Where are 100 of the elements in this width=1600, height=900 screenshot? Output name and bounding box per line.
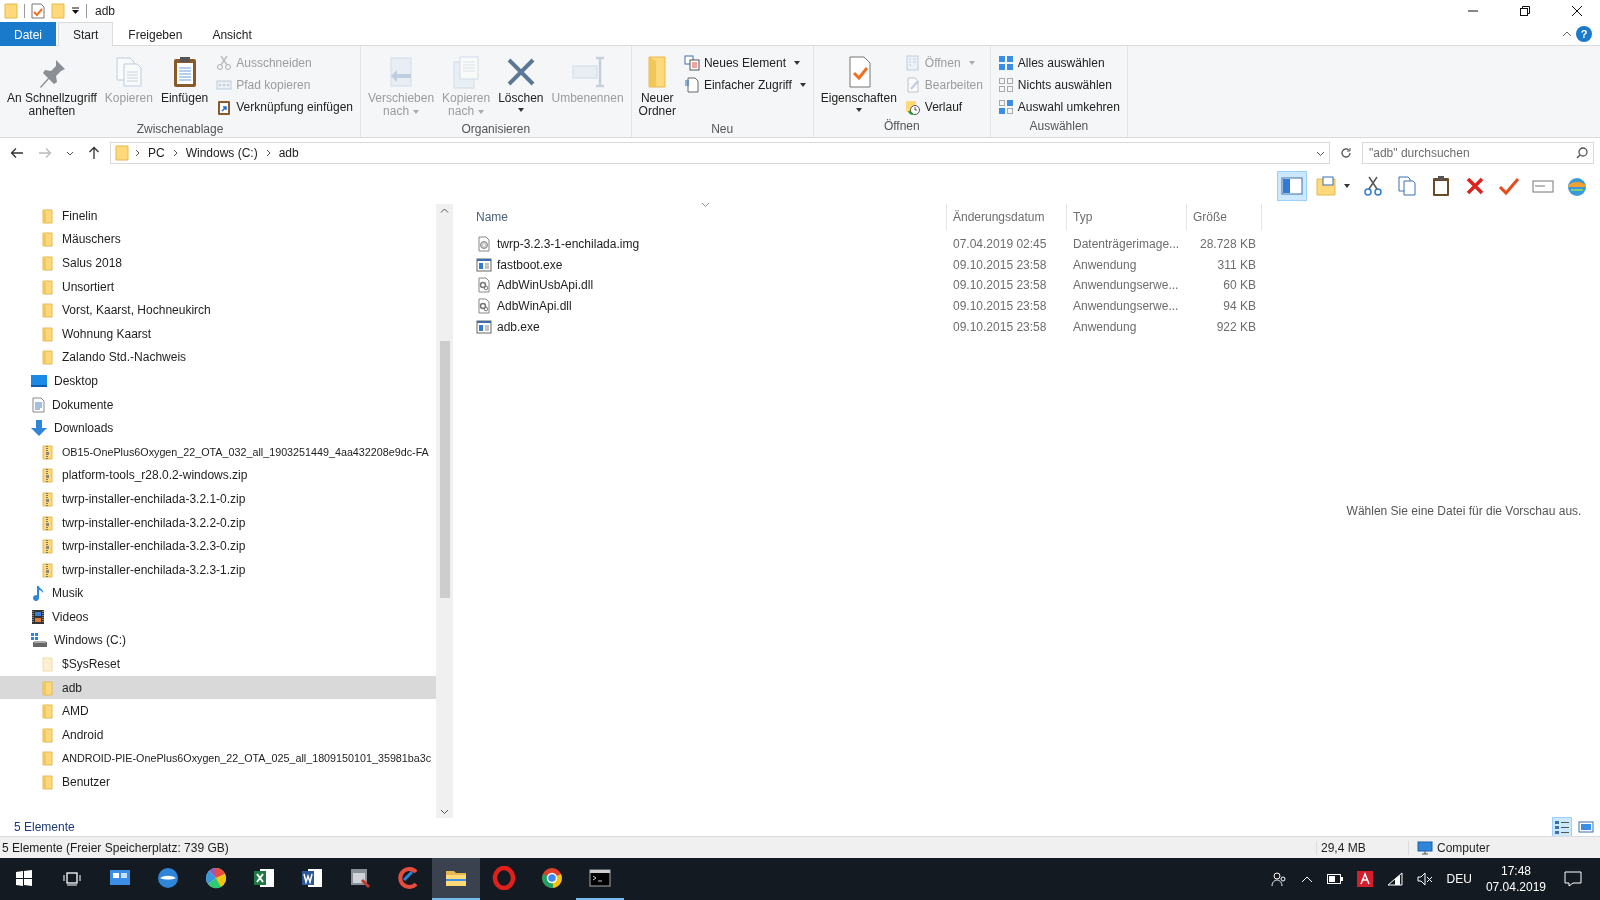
ribbon-button[interactable]: Löschen bbox=[495, 50, 547, 120]
tree-item[interactable]: $SysReset bbox=[0, 652, 436, 676]
tree-item[interactable]: Salus 2018 bbox=[0, 251, 436, 275]
tree-item[interactable]: Wohnung Kaarst bbox=[0, 321, 436, 346]
clock-date[interactable]: 07.04.2019 bbox=[1485, 879, 1546, 895]
bird-icon bbox=[156, 866, 180, 890]
caret-icon bbox=[799, 82, 806, 87]
file-name[interactable]: fastboot.exe bbox=[497, 257, 563, 272]
folder-icon bbox=[40, 302, 56, 319]
tree-item[interactable]: Downloads bbox=[0, 416, 436, 440]
open-icon bbox=[904, 54, 921, 71]
ring-icon bbox=[492, 866, 516, 890]
help-button[interactable]: ? bbox=[1576, 25, 1592, 42]
zip-folder-icon bbox=[40, 514, 56, 531]
language-indicator[interactable]: DEU bbox=[1446, 872, 1472, 886]
refresh-icon bbox=[1340, 147, 1352, 159]
tree-item[interactable]: Vorst, Kaarst, Hochneukirch bbox=[0, 298, 436, 322]
column-header[interactable]: Größe bbox=[1187, 204, 1262, 230]
ribbon-button[interactable]: Auswahl umkehren bbox=[994, 96, 1123, 117]
tree-item[interactable]: OB15-OnePlus6Oxygen_22_OTA_032_all_1903251449_4aa432208e9dc-FA bbox=[0, 439, 436, 464]
chevron-down-icon bbox=[1316, 150, 1325, 156]
tree-item[interactable]: Benutzer bbox=[0, 770, 436, 794]
address-field[interactable]: PC Windows (C:) adb bbox=[110, 142, 1330, 164]
group-label: Neu bbox=[710, 121, 735, 138]
window-title: adb bbox=[95, 4, 116, 18]
file-row[interactable]: twrp-3.2.3-1-enchilada.img 07.04.2019 02:45 Datenträgerimage... 28.728 KB bbox=[463, 234, 1328, 255]
ribbon-button[interactable]: An Schnellzugriff anheften bbox=[4, 50, 100, 120]
scrollbar-thumb[interactable] bbox=[439, 341, 450, 598]
tree-item[interactable]: adb bbox=[0, 675, 436, 700]
file-row[interactable]: adb.exe 09.10.2015 23:58 Anwendung 922 KB bbox=[463, 316, 1328, 337]
scrollbar[interactable] bbox=[436, 204, 453, 818]
view-button[interactable] bbox=[1552, 817, 1572, 837]
rename-icon bbox=[569, 54, 606, 90]
people-icon bbox=[1270, 871, 1287, 887]
scroll-down-button[interactable] bbox=[440, 809, 449, 814]
ribbon-button[interactable]: Verlauf bbox=[901, 96, 986, 117]
tree-item[interactable]: ANDROID-PIE-OnePlus6Oxygen_22_OTA_025_all_1809150101_35981ba3c bbox=[0, 746, 436, 771]
column-header[interactable]: Name bbox=[463, 204, 947, 230]
ribbon-button[interactable]: Einfacher Zugriff bbox=[680, 74, 809, 95]
column-header[interactable]: Typ bbox=[1067, 204, 1187, 230]
ribbon-button[interactable]: Eigenschaften bbox=[817, 50, 900, 117]
file-name[interactable]: twrp-3.2.3-1-enchilada.img bbox=[497, 237, 640, 252]
tree-item[interactable]: Finelin bbox=[0, 204, 436, 228]
clock-time[interactable]: 17:48 bbox=[1500, 863, 1531, 879]
file-row[interactable]: AdbWinApi.dll 09.10.2015 23:58 Anwendungserwe... 94 KB bbox=[463, 295, 1328, 317]
brush-logo-icon bbox=[396, 866, 420, 890]
folder-icon bbox=[40, 679, 56, 696]
tree-item[interactable]: Zalando Std.-Nachweis bbox=[0, 345, 436, 370]
folder-icon bbox=[40, 325, 56, 342]
document-icon bbox=[30, 396, 46, 413]
scissors-icon bbox=[216, 54, 233, 71]
tree-item[interactable]: Android bbox=[0, 723, 436, 747]
zip-folder-icon bbox=[40, 538, 56, 555]
search-field[interactable]: "adb" durchsuchen bbox=[1362, 142, 1594, 164]
folder-icon bbox=[51, 3, 65, 19]
disc-file-icon bbox=[476, 236, 492, 253]
tree-item[interactable]: twrp-installer-enchilada-3.2.3-0.zip bbox=[0, 534, 436, 558]
tree-item[interactable]: Dokumente bbox=[0, 392, 436, 417]
ribbon-button[interactable]: Neues Element bbox=[680, 52, 809, 73]
file-name[interactable]: AdbWinUsbApi.dll bbox=[497, 278, 594, 293]
spreadsheet-icon bbox=[252, 866, 276, 890]
breadcrumb[interactable]: Windows (C:) bbox=[183, 146, 260, 160]
ribbon-button[interactable]: Einfügen bbox=[157, 50, 212, 120]
ribbon-button[interactable]: Alles auswählen bbox=[994, 52, 1123, 73]
delete-icon bbox=[1464, 175, 1486, 197]
file-row[interactable]: fastboot.exe 09.10.2015 23:58 Anwendung 311 KB bbox=[463, 254, 1328, 276]
taskbar-app[interactable] bbox=[432, 858, 480, 900]
column-header[interactable]: Änderungsdatum bbox=[947, 204, 1067, 230]
ribbon-tab[interactable]: Freigeben bbox=[113, 22, 198, 46]
group-label: Organisieren bbox=[460, 121, 532, 138]
toolbar-button[interactable] bbox=[1277, 171, 1307, 201]
tree-item[interactable]: twrp-installer-enchilada-3.2.3-1.zip bbox=[0, 557, 436, 582]
breadcrumb[interactable]: adb bbox=[276, 146, 301, 160]
folder-icon bbox=[40, 255, 56, 271]
file-name[interactable]: AdbWinApi.dll bbox=[497, 299, 572, 314]
tree-item[interactable]: Windows (C:) bbox=[0, 628, 436, 653]
caret-icon bbox=[793, 60, 800, 65]
tree-item[interactable]: twrp-installer-enchilada-3.2.1-0.zip bbox=[0, 487, 436, 511]
tree-item[interactable]: Desktop bbox=[0, 369, 436, 393]
tree-item[interactable]: twrp-installer-enchilada-3.2.2-0.zip bbox=[0, 510, 436, 535]
status-location: Computer bbox=[1437, 840, 1490, 855]
file-row[interactable]: AdbWinUsbApi.dll 09.10.2015 23:58 Anwendungserwe... 60 KB bbox=[463, 275, 1328, 296]
file-name[interactable]: adb.exe bbox=[497, 319, 540, 334]
properties-icon bbox=[31, 3, 45, 19]
ribbon-button[interactable]: Verknüpfung einfügen bbox=[213, 96, 357, 117]
file-menu-button[interactable]: Datei bbox=[0, 22, 56, 46]
tree-item[interactable]: AMD bbox=[0, 699, 436, 724]
desktop-icon bbox=[30, 372, 48, 389]
breadcrumb[interactable]: PC bbox=[146, 146, 167, 160]
ribbon-button[interactable]: Nichts auswählen bbox=[994, 74, 1123, 95]
tree-item[interactable]: Mäuschers bbox=[0, 227, 436, 252]
large-icons-view-icon bbox=[1578, 819, 1594, 835]
ribbon-button[interactable]: Neuer Ordner bbox=[635, 50, 679, 120]
group-label: Öffnen bbox=[882, 118, 921, 135]
tree-item[interactable]: Unsortiert bbox=[0, 274, 436, 299]
tree-item[interactable]: Musik bbox=[0, 581, 436, 606]
tree-item[interactable]: platform-tools_r28.0.2-windows.zip bbox=[0, 463, 436, 488]
tree-item[interactable]: Videos bbox=[0, 605, 436, 629]
ribbon-tab[interactable]: Ansicht bbox=[197, 22, 267, 46]
ribbon-tab[interactable]: Start bbox=[58, 22, 114, 46]
